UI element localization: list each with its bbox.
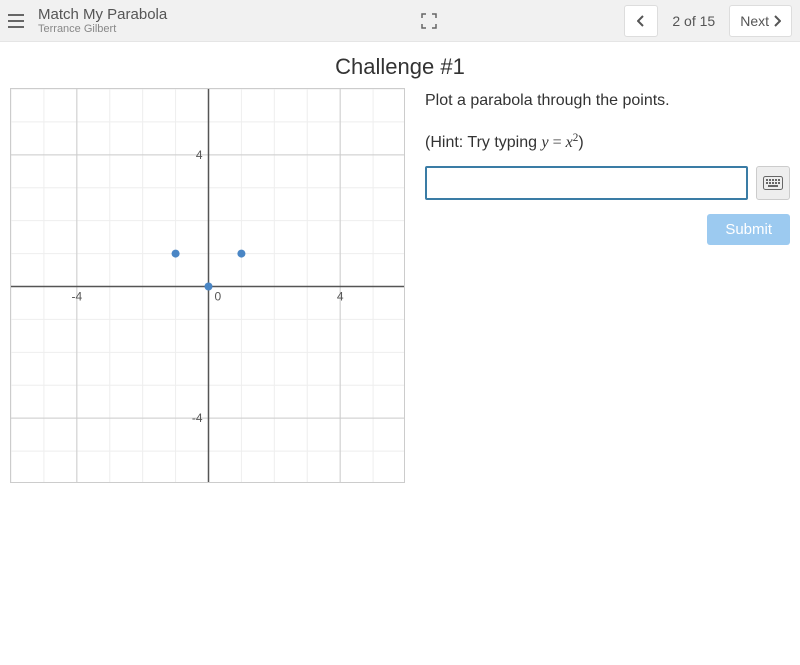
nav-group: 2 of 15 Next	[624, 5, 792, 37]
challenge-title: Challenge #1	[0, 42, 800, 88]
svg-text:-4: -4	[71, 290, 82, 304]
title-block: Match My Parabola Terrance Gilbert	[38, 6, 167, 36]
prev-button[interactable]	[624, 5, 658, 37]
svg-text:4: 4	[196, 148, 203, 162]
chevron-right-icon	[773, 15, 781, 27]
activity-title: Match My Parabola	[38, 6, 167, 23]
hamburger-icon[interactable]	[8, 10, 30, 32]
coordinate-graph[interactable]: -4 0 4 -4 4	[10, 88, 405, 483]
student-name: Terrance Gilbert	[38, 23, 167, 36]
svg-text:0: 0	[215, 290, 222, 304]
content-row: -4 0 4 -4 4 Plot a parabola through the poin…	[0, 88, 800, 483]
svg-text:-4: -4	[192, 411, 203, 425]
equation-input[interactable]	[425, 166, 748, 200]
next-label: Next	[740, 13, 769, 29]
right-panel: Plot a parabola through the points. (Hin…	[425, 88, 790, 483]
keyboard-icon[interactable]	[756, 166, 790, 200]
top-header: Match My Parabola Terrance Gilbert 2 of …	[0, 0, 800, 42]
graph-panel: -4 0 4 -4 4	[10, 88, 405, 483]
chevron-left-icon	[637, 15, 645, 27]
prompt-text: Plot a parabola through the points.	[425, 92, 790, 110]
page-indicator: 2 of 15	[664, 13, 723, 29]
hint-text: (Hint: Try typing y = x2)	[425, 132, 790, 152]
next-button[interactable]: Next	[729, 5, 792, 37]
input-row	[425, 166, 790, 200]
fullscreen-icon[interactable]	[414, 6, 444, 36]
submit-button[interactable]: Submit	[707, 214, 790, 245]
svg-text:4: 4	[337, 290, 344, 304]
